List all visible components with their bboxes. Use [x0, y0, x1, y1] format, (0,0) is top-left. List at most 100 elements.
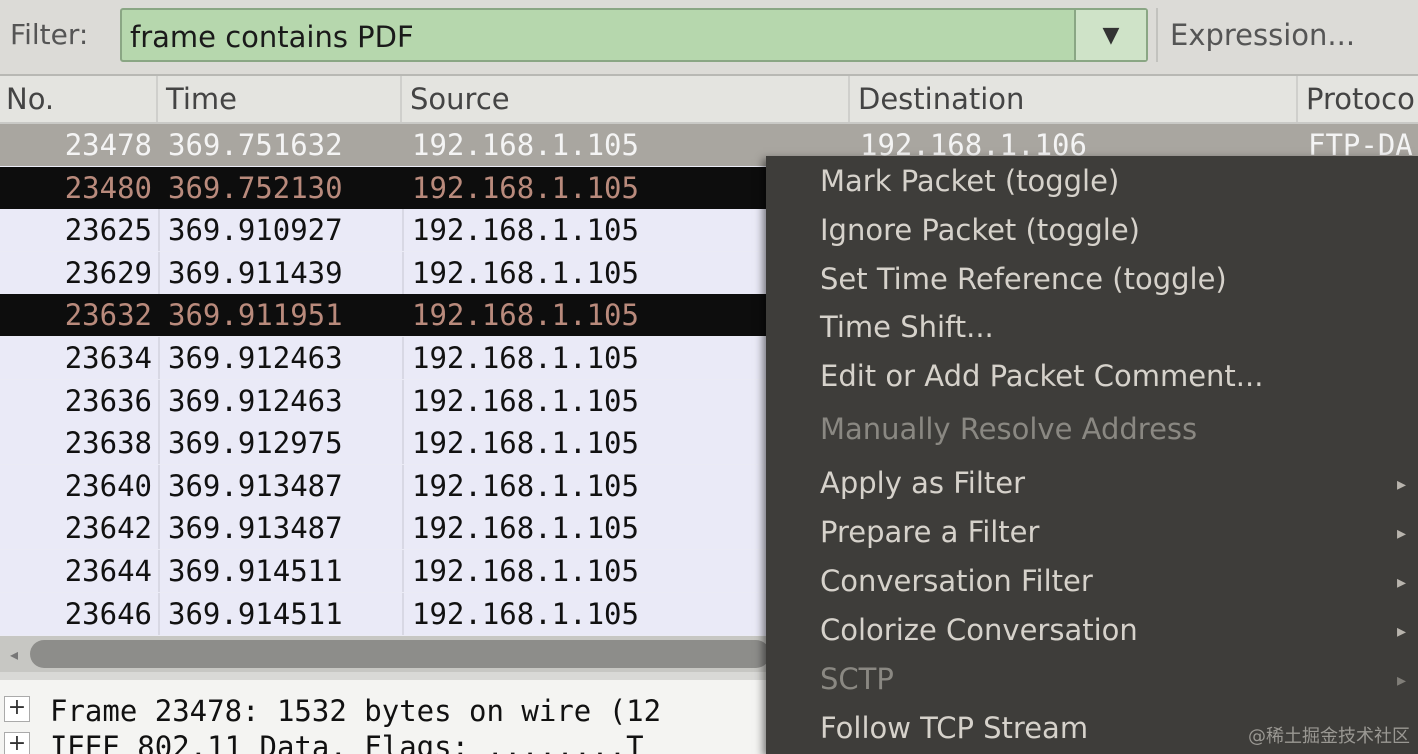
chevron-down-icon: ▼	[1102, 22, 1120, 48]
column-divider	[402, 550, 404, 592]
filter-label: Filter:	[10, 18, 89, 51]
submenu-arrow-icon: ▸	[1396, 474, 1406, 495]
cell-source: 192.168.1.105	[412, 383, 639, 418]
menu-item-mark-packet-toggle[interactable]: Mark Packet (toggle)	[766, 160, 1418, 206]
column-divider	[402, 464, 404, 507]
column-header-source[interactable]: Source	[404, 76, 850, 122]
cell-source: 192.168.1.105	[412, 596, 639, 631]
column-divider	[158, 507, 160, 550]
scroll-thumb[interactable]	[30, 640, 770, 668]
expression-button[interactable]: Expression...	[1156, 8, 1418, 62]
cell-source: 192.168.1.105	[412, 128, 639, 162]
cell-no: 23478	[64, 128, 152, 162]
submenu-arrow-icon: ▸	[1396, 621, 1406, 642]
column-divider	[158, 379, 160, 422]
submenu-arrow-icon: ▸	[1396, 670, 1406, 691]
cell-no: 23638	[64, 426, 152, 461]
cell-source: 192.168.1.105	[412, 511, 639, 546]
column-divider	[158, 464, 160, 507]
cell-time: 369.912975	[168, 426, 343, 461]
menu-item-label: Manually Resolve Address	[820, 412, 1198, 446]
menu-item-label: Apply as Filter	[820, 466, 1026, 500]
cell-time: 369.913487	[168, 511, 343, 546]
column-divider	[158, 251, 160, 294]
cell-time: 369.751632	[168, 128, 343, 162]
cell-source: 192.168.1.105	[412, 468, 639, 503]
menu-item-manually-resolve-address: Manually Resolve Address	[766, 408, 1418, 454]
menu-item-label: Ignore Packet (toggle)	[820, 213, 1140, 247]
column-header-time[interactable]: Time	[160, 76, 402, 122]
menu-item-ignore-packet-toggle[interactable]: Ignore Packet (toggle)	[766, 209, 1418, 255]
packet-list-header: No. Time Source Destination Protoco	[0, 76, 1418, 124]
cell-source: 192.168.1.105	[412, 554, 639, 588]
cell-source: 192.168.1.105	[412, 426, 639, 461]
column-divider	[402, 209, 404, 252]
menu-item-label: Colorize Conversation	[820, 613, 1138, 647]
column-header-no[interactable]: No.	[0, 76, 158, 122]
menu-item-label: Edit or Add Packet Comment...	[820, 359, 1264, 393]
cell-time: 369.911951	[168, 298, 343, 333]
menu-item-label: SCTP	[820, 662, 894, 696]
cell-no: 23632	[64, 298, 152, 333]
cell-no: 23625	[64, 213, 152, 248]
menu-item-time-shift[interactable]: Time Shift...	[766, 306, 1418, 352]
menu-item-colorize-conversation[interactable]: Colorize Conversation ▸	[766, 609, 1418, 655]
cell-time: 369.913487	[168, 468, 343, 503]
cell-no: 23636	[64, 383, 152, 418]
menu-item-label: Set Time Reference (toggle)	[820, 262, 1227, 296]
filter-toolbar: Filter: frame contains PDF ▼ Expression.…	[0, 0, 1418, 76]
scroll-left-icon[interactable]: ◂	[0, 636, 28, 672]
cell-time: 369.912463	[168, 341, 343, 375]
submenu-arrow-icon: ▸	[1396, 523, 1406, 544]
cell-time: 369.912463	[168, 383, 343, 418]
detail-text: IEEE 802.11 Data, Flags: ........T	[50, 730, 644, 754]
expand-icon[interactable]: +	[4, 696, 30, 722]
menu-item-apply-as-filter[interactable]: Apply as Filter ▸	[766, 462, 1418, 508]
menu-item-label: Follow TCP Stream	[820, 711, 1089, 745]
column-divider	[402, 337, 404, 379]
column-divider	[402, 592, 404, 635]
column-header-protocol[interactable]: Protoco	[1300, 76, 1418, 122]
column-divider	[402, 422, 404, 465]
cell-time: 369.910927	[168, 213, 343, 248]
cell-no: 23629	[64, 255, 152, 290]
column-divider	[158, 550, 160, 592]
cell-source: 192.168.1.105	[412, 341, 639, 375]
cell-source: 192.168.1.105	[412, 170, 639, 205]
cell-source: 192.168.1.105	[412, 298, 639, 333]
menu-item-conversation-filter[interactable]: Conversation Filter ▸	[766, 560, 1418, 606]
menu-item-set-time-reference-toggle[interactable]: Set Time Reference (toggle)	[766, 258, 1418, 304]
expand-icon[interactable]: +	[4, 732, 30, 754]
menu-item-label: Mark Packet (toggle)	[820, 164, 1120, 198]
cell-source: 192.168.1.105	[412, 213, 639, 248]
display-filter-input[interactable]: frame contains PDF ▼	[120, 8, 1148, 62]
column-divider	[158, 592, 160, 635]
cell-no: 23644	[64, 554, 152, 588]
submenu-arrow-icon: ▸	[1396, 572, 1406, 593]
cell-no: 23634	[64, 341, 152, 375]
cell-no: 23646	[64, 596, 152, 631]
menu-item-prepare-a-filter[interactable]: Prepare a Filter ▸	[766, 511, 1418, 557]
column-header-destination[interactable]: Destination	[852, 76, 1298, 122]
menu-item-edit-or-add-packet-comment[interactable]: Edit or Add Packet Comment...	[766, 355, 1418, 401]
filter-history-dropdown[interactable]: ▼	[1074, 10, 1146, 60]
column-divider	[158, 422, 160, 465]
detail-text: Frame 23478: 1532 bytes on wire (12	[50, 694, 662, 728]
cell-no: 23642	[64, 511, 152, 546]
cell-time: 369.752130	[168, 170, 343, 205]
filter-value[interactable]: frame contains PDF	[130, 20, 414, 54]
column-divider	[402, 251, 404, 294]
menu-item-label: Prepare a Filter	[820, 515, 1040, 549]
column-divider	[158, 209, 160, 252]
menu-item-sctp: SCTP ▸	[766, 658, 1418, 704]
column-divider	[158, 337, 160, 379]
column-divider	[402, 379, 404, 422]
watermark: @稀土掘金技术社区	[1248, 726, 1410, 747]
cell-time: 369.914511	[168, 596, 343, 631]
menu-item-label: Time Shift...	[820, 310, 994, 344]
packet-context-menu: Mark Packet (toggle) Ignore Packet (toggl…	[766, 156, 1418, 754]
menu-item-label: Conversation Filter	[820, 564, 1093, 598]
column-divider	[402, 507, 404, 550]
cell-time: 369.914511	[168, 554, 343, 588]
cell-no: 23480	[64, 170, 152, 205]
